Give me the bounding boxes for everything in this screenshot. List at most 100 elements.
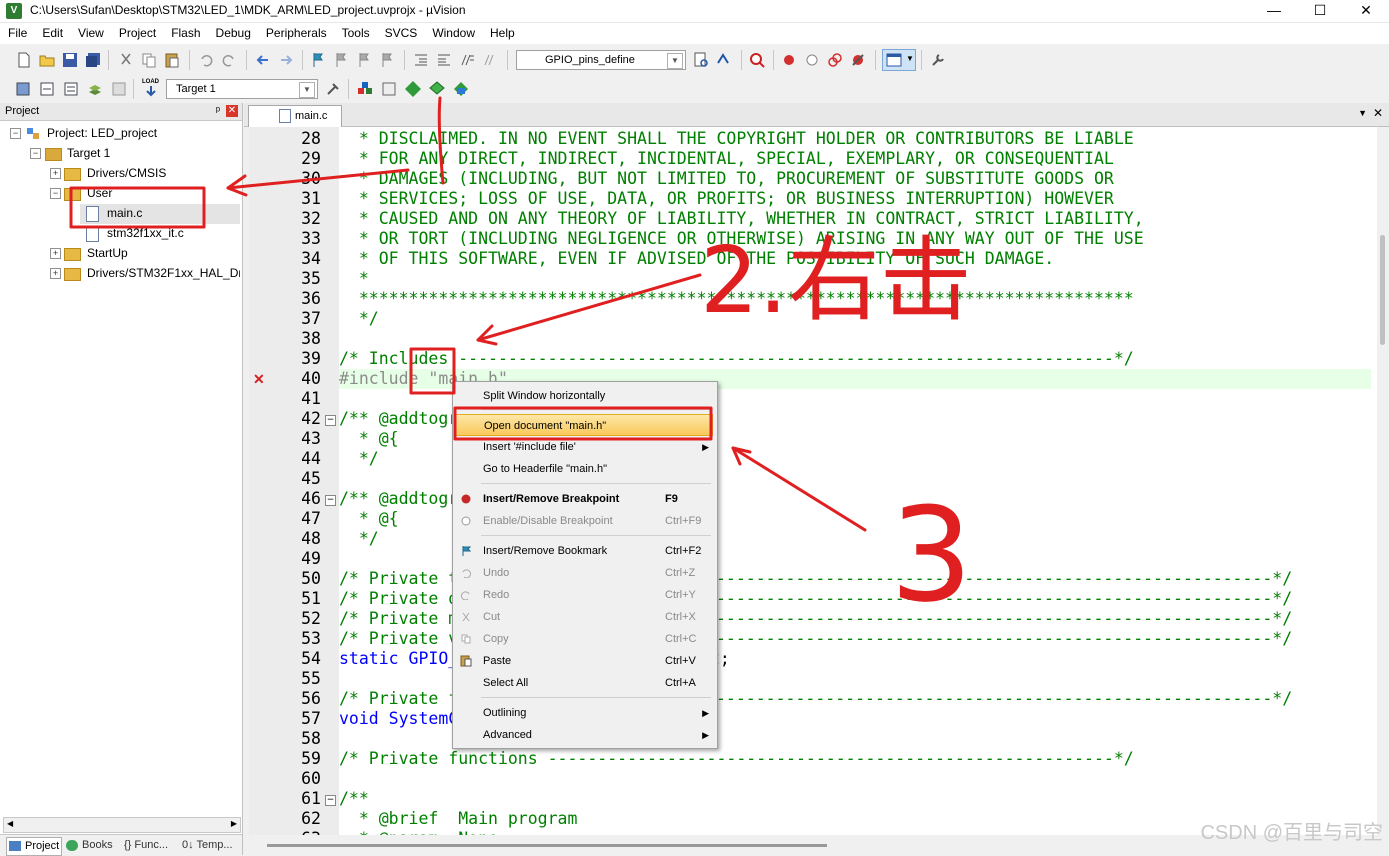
find-in-files-icon[interactable] [692,51,710,69]
code-line[interactable]: 60 [0,769,1389,789]
select-packs-icon[interactable] [404,80,422,98]
target-options-icon[interactable] [324,80,342,98]
menu-help[interactable]: Help [482,23,522,44]
tab-list-chevron-icon[interactable]: ▼ [1358,108,1367,118]
menu-insert-include[interactable]: Insert '#include file' ▶ [453,436,715,458]
chevron-down-icon[interactable]: ▼ [667,53,683,69]
code-line[interactable]: 33 * OR TORT (INCLUDING NEGLIGENCE OR OT… [0,229,1389,249]
menu-cut[interactable]: Cut Ctrl+X [453,606,715,628]
code-line[interactable]: 29 * FOR ANY DIRECT, INDIRECT, INCIDENTA… [0,149,1389,169]
cut-icon[interactable] [117,51,135,69]
copy-icon[interactable] [140,51,158,69]
menu-goto-headerfile[interactable]: Go to Headerfile "main.h" [453,458,715,480]
code-line[interactable]: 35 * [0,269,1389,289]
chevron-down-icon[interactable]: ▼ [299,82,315,98]
nav-back-icon[interactable] [254,51,272,69]
close-icon[interactable]: ✕ [226,105,238,117]
window-layout-button[interactable]: ▼ [882,49,916,71]
breakpoint-icon[interactable] [780,51,798,69]
editor-vertical-scrollbar[interactable] [1377,127,1389,835]
scroll-thumb[interactable] [1380,235,1385,345]
menu-window[interactable]: Window [424,23,482,44]
paste-icon[interactable] [163,51,181,69]
disable-breakpoint-icon[interactable] [803,51,821,69]
configure-wrench-icon[interactable] [929,51,947,69]
translate-icon[interactable] [14,80,32,98]
fold-toggle-icon[interactable]: − [325,495,336,506]
menu-select-all[interactable]: Select All Ctrl+A [453,672,715,694]
find-combo[interactable]: GPIO_pins_define ▼ [516,50,686,70]
menu-project[interactable]: Project [111,23,163,44]
menu-insert-breakpoint[interactable]: Insert/Remove Breakpoint F9 [453,488,715,510]
next-bookmark-icon[interactable] [355,51,373,69]
code-line[interactable]: 59 /* Private functions -----------------… [0,749,1389,769]
code-line[interactable]: 37 */ [0,309,1389,329]
unindent-icon[interactable] [435,51,453,69]
menu-svcs[interactable]: SVCS [377,23,425,44]
menu-edit[interactable]: Edit [34,23,70,44]
save-all-icon[interactable] [84,51,102,69]
open-folder-icon[interactable] [38,51,56,69]
code-line[interactable]: 61 /** [0,789,1389,809]
pack-installer-icon[interactable] [452,80,470,98]
tab-main-c[interactable]: main.c [248,105,342,127]
uncomment-icon[interactable] [481,51,499,69]
manage-project-icon[interactable] [356,80,374,98]
code-line[interactable]: 28 * DISCLAIMED. IN NO EVENT SHALL THE C… [0,129,1389,149]
batch-build-icon[interactable] [86,80,104,98]
fold-toggle-icon[interactable]: − [325,415,336,426]
kill-breakpoints-icon[interactable] [826,51,844,69]
menu-open-document[interactable]: Open document "main.h" [455,414,713,436]
menu-advanced[interactable]: Advanced ▶ [453,724,715,746]
menu-redo[interactable]: Redo Ctrl+Y [453,584,715,606]
menu-insert-bookmark[interactable]: Insert/Remove Bookmark Ctrl+F2 [453,540,715,562]
maximize-button[interactable]: ☐ [1297,0,1343,22]
bookmark-icon[interactable] [309,51,327,69]
close-tab-icon[interactable]: ✕ [1373,106,1383,120]
menu-view[interactable]: View [70,23,111,44]
target-combo[interactable]: Target 1 ▼ [166,79,318,99]
comment-icon[interactable] [458,51,476,69]
close-button[interactable]: ✕ [1343,0,1389,22]
menu-peripherals[interactable]: Peripherals [258,23,334,44]
file-extensions-icon[interactable] [380,80,398,98]
code-line[interactable]: 31 * SERVICES; LOSS OF USE, DATA, OR PRO… [0,189,1389,209]
clear-breakpoints-icon[interactable] [849,51,867,69]
code-line[interactable]: 34 * OF THIS SOFTWARE, EVEN IF ADVISED O… [0,249,1389,269]
minimize-button[interactable]: — [1251,0,1297,22]
menu-tools[interactable]: Tools [334,23,377,44]
code-line[interactable]: 39 /* Includes --------------------------… [0,349,1389,369]
menu-undo[interactable]: Undo Ctrl+Z [453,562,715,584]
indent-icon[interactable] [412,51,430,69]
replace-icon[interactable] [715,51,733,69]
code-line[interactable]: 32 * CAUSED AND ON ANY THEORY OF LIABILI… [0,209,1389,229]
new-file-icon[interactable] [15,51,33,69]
code-line[interactable]: 38 [0,329,1389,349]
run-time-env-icon[interactable] [428,80,446,98]
menu-file[interactable]: File [0,23,34,44]
build-icon[interactable] [38,80,56,98]
code-line[interactable]: 62 * @brief Main program [0,809,1389,829]
nav-forward-icon[interactable] [277,51,295,69]
redo-icon[interactable] [220,51,238,69]
clear-bookmarks-icon[interactable] [378,51,396,69]
stop-build-icon[interactable] [110,80,128,98]
menu-split-window[interactable]: Split Window horizontally [453,385,715,407]
menu-flash[interactable]: Flash [163,23,207,44]
pin-icon[interactable]: ᵖ [216,103,220,120]
menu-enable-breakpoint[interactable]: Enable/Disable Breakpoint Ctrl+F9 [453,510,715,532]
code-line[interactable]: 36 *************************************… [0,289,1389,309]
incremental-find-icon[interactable] [748,51,766,69]
code-line[interactable]: 30 * DAMAGES (INCLUDING, BUT NOT LIMITED… [0,169,1389,189]
menu-paste[interactable]: Paste Ctrl+V [453,650,715,672]
scroll-thumb[interactable] [267,844,827,847]
undo-icon[interactable] [197,51,215,69]
fold-toggle-icon[interactable]: − [325,795,336,806]
save-icon[interactable] [61,51,79,69]
menu-outlining[interactable]: Outlining ▶ [453,702,715,724]
prev-bookmark-icon[interactable] [332,51,350,69]
rebuild-icon[interactable] [62,80,80,98]
download-load-button[interactable]: LOAD [140,79,162,99]
menu-debug[interactable]: Debug [208,23,258,44]
menu-copy[interactable]: Copy Ctrl+C [453,628,715,650]
